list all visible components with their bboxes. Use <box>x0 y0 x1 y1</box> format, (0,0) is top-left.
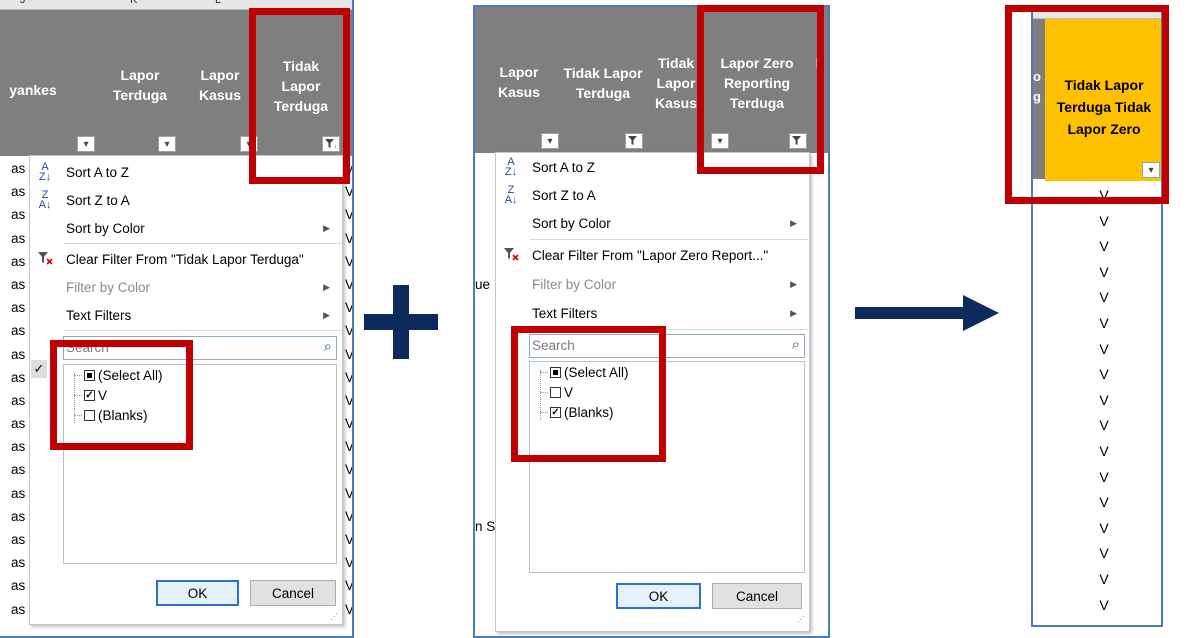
column-letter-j: J <box>20 0 26 6</box>
column-letter-k: K <box>130 0 138 6</box>
search-icon: ⌕ <box>791 336 800 353</box>
highlight-box-result-header <box>1005 5 1169 204</box>
search-icon: ⌕ <box>323 338 332 355</box>
header-lapor-kasus: Lapor Kasus <box>198 67 242 103</box>
menu-separator <box>64 330 342 331</box>
highlight-box-filter-options <box>50 340 193 450</box>
submenu-arrow-icon: ▶ <box>790 217 797 228</box>
ok-button[interactable]: OK <box>616 583 701 609</box>
filter-dropdown-button[interactable]: ▾ <box>158 136 176 152</box>
menu-filter-by-color[interactable]: Filter by Color ▶ <box>496 270 809 298</box>
header-lapor-kasus: Lapor Kasus <box>497 64 541 100</box>
highlight-box-column-header <box>697 5 824 174</box>
header-tidak-lapor-kasus: Tidak Lapor Kasus <box>654 55 698 111</box>
clear-filter-icon <box>500 247 522 263</box>
arrow-right-icon <box>855 295 1005 335</box>
column-letter-l: L <box>215 0 222 6</box>
clear-filter-icon <box>34 251 56 267</box>
sort-descending-icon: Z A↓ <box>504 184 518 206</box>
ok-button[interactable]: OK <box>156 580 239 606</box>
highlight-box-column-header <box>249 8 350 184</box>
filter-dropdown-button[interactable]: ▾ <box>77 136 95 152</box>
menu-sort-by-color[interactable]: Sort by Color ▶ <box>496 209 809 237</box>
menu-sort-by-color[interactable]: Sort by Color ▶ <box>30 214 342 242</box>
plus-icon <box>364 285 438 359</box>
left-column-cells: as as as as as as as as as as as as as as as as as as as as <box>11 161 26 617</box>
header-lapor-terduga: Lapor Terduga <box>112 67 168 103</box>
menu-clear-filter[interactable]: Clear Filter From "Lapor Zero Report..." <box>496 241 809 269</box>
submenu-arrow-icon: ▶ <box>790 278 797 289</box>
menu-sort-z-to-a[interactable]: Z A↓ Sort Z to A <box>30 186 342 214</box>
cell-fragment: n S <box>475 519 496 534</box>
submenu-arrow-icon: ▶ <box>323 281 330 292</box>
menu-sort-z-to-a[interactable]: Z A↓ Sort Z to A <box>496 181 809 209</box>
selected-check-icon: ✓ <box>31 360 47 378</box>
sort-ascending-icon: A Z↓ <box>38 161 52 183</box>
result-values-column: VVVVVVVVVVVVVVVVV <box>1099 187 1109 613</box>
header-yankes: yankes <box>9 82 57 98</box>
resize-grip-icon[interactable]: ⋰ <box>797 615 805 624</box>
filter-dropdown-button[interactable]: ▾ <box>541 133 559 149</box>
header-tidak-lapor-terduga: Tidak Lapor Terduga <box>563 65 643 101</box>
menu-text-filters[interactable]: Text Filters ▶ <box>496 299 809 327</box>
sort-ascending-icon: A Z↓ <box>504 156 518 178</box>
submenu-arrow-icon: ▶ <box>323 222 330 233</box>
menu-separator <box>64 243 342 244</box>
submenu-arrow-icon: ▶ <box>323 309 330 320</box>
menu-separator <box>530 239 808 240</box>
menu-text-filters[interactable]: Text Filters ▶ <box>30 301 342 329</box>
highlight-box-filter-options <box>511 326 666 462</box>
menu-clear-filter[interactable]: Clear Filter From "Tidak Lapor Terduga" <box>30 245 342 273</box>
filter-active-icon[interactable] <box>625 133 643 149</box>
sort-descending-icon: Z A↓ <box>38 189 52 211</box>
cell-fragment: ue <box>475 277 491 292</box>
cancel-button[interactable]: Cancel <box>250 580 336 606</box>
cancel-button[interactable]: Cancel <box>712 583 802 609</box>
resize-grip-icon[interactable]: ⋰ <box>330 612 338 621</box>
menu-filter-by-color[interactable]: Filter by Color ▶ <box>30 273 342 301</box>
submenu-arrow-icon: ▶ <box>790 307 797 318</box>
